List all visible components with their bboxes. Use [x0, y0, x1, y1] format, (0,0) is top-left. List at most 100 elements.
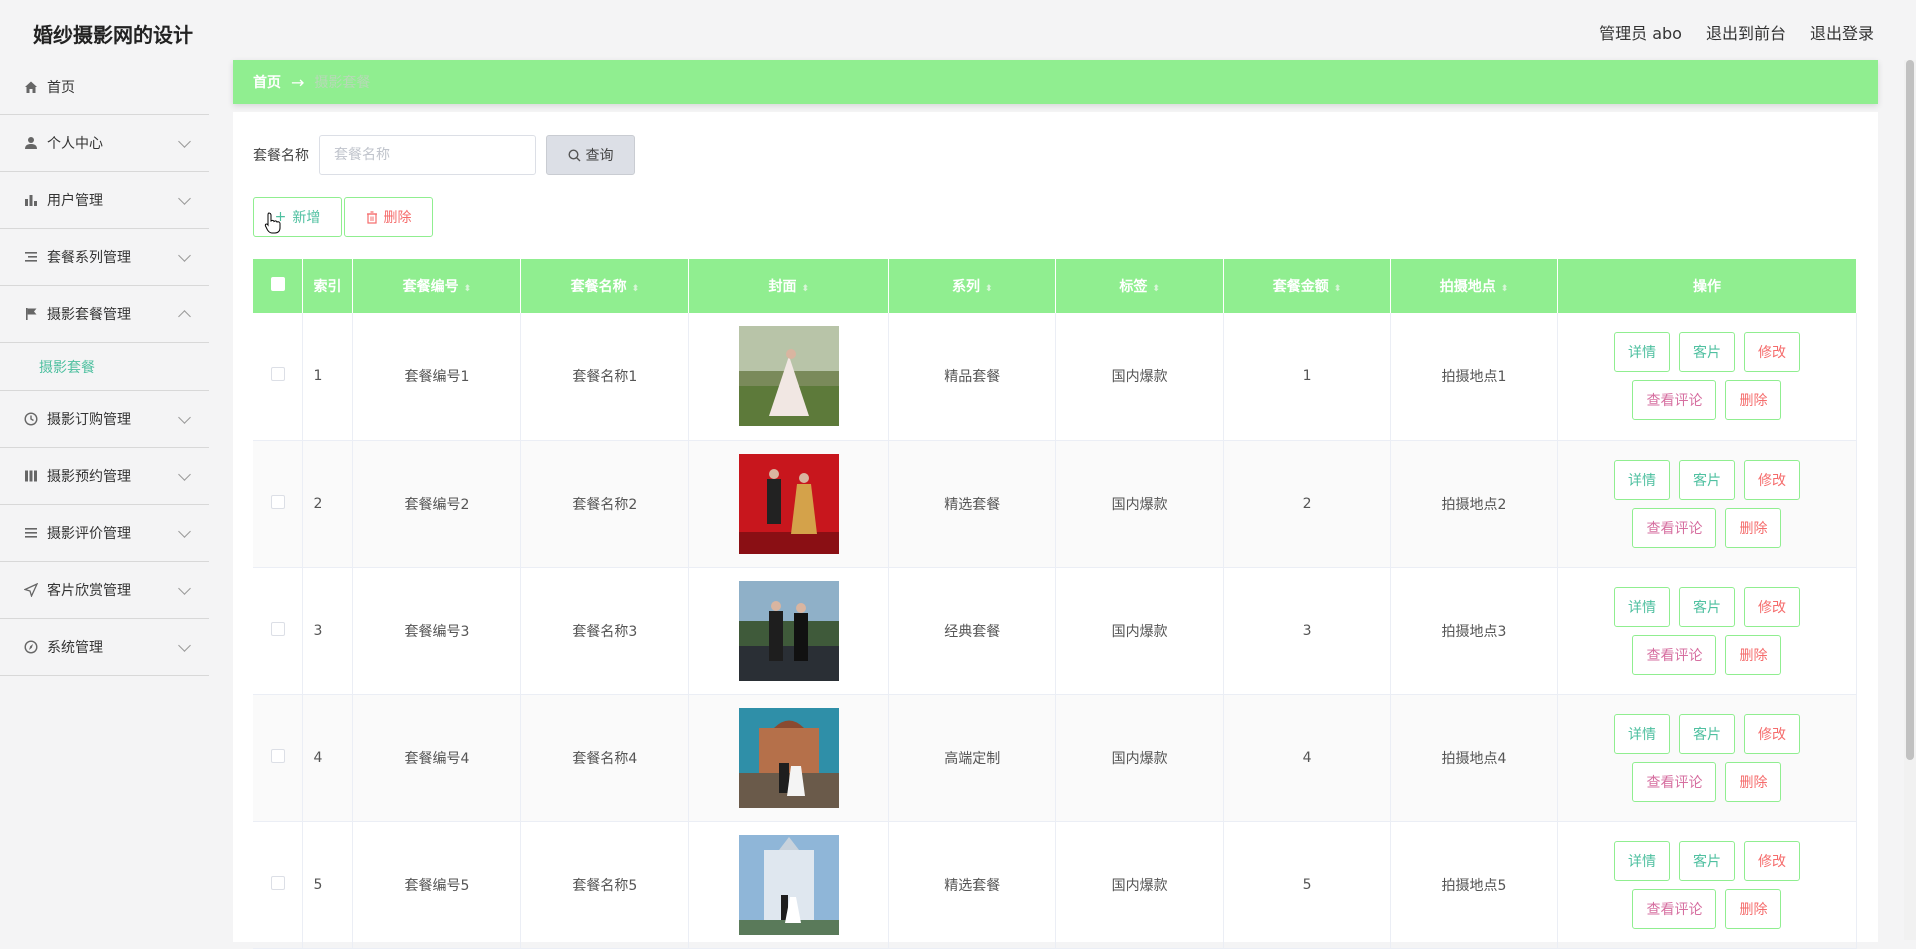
logout-link[interactable]: 退出登录 — [1810, 20, 1874, 44]
cover-image[interactable] — [738, 580, 839, 681]
sidebar-item-appointments[interactable]: 摄影预约管理 — [0, 448, 209, 505]
delete-button[interactable]: 删除 — [1725, 888, 1782, 929]
select-all-checkbox[interactable] — [270, 277, 285, 291]
sidebar-item-packages[interactable]: 摄影套餐管理 — [0, 286, 209, 343]
column-header-label: 拍摄地点 — [1439, 279, 1496, 295]
cell-name: 套餐名称1 — [520, 313, 690, 440]
delete-button[interactable]: 删除 — [1725, 507, 1782, 548]
column-header-series[interactable]: 系列 ⬍ — [888, 259, 1057, 313]
sort-icon: ⬍ — [1333, 284, 1342, 294]
edit-button[interactable]: 修改 — [1743, 586, 1800, 627]
view-comments-button[interactable]: 查看评论 — [1632, 761, 1717, 802]
edit-button[interactable]: 修改 — [1743, 713, 1800, 754]
cell-name: 套餐名称5 — [520, 821, 690, 948]
package-name-search-input[interactable] — [319, 135, 536, 175]
view-comments-button[interactable]: 查看评论 — [1632, 888, 1717, 929]
sidebar-item-series[interactable]: 套餐系列管理 — [0, 229, 209, 286]
sidebar-item-orders[interactable]: 摄影订购管理 — [0, 391, 209, 448]
edit-button[interactable]: 修改 — [1743, 332, 1800, 373]
cell-tag: 国内爆款 — [1055, 694, 1225, 821]
detail-button[interactable]: 详情 — [1613, 459, 1670, 500]
edit-button[interactable]: 修改 — [1743, 840, 1800, 881]
cell-tag: 国内爆款 — [1055, 313, 1225, 440]
column-header-label: 套餐金额 — [1272, 279, 1329, 295]
row-checkbox[interactable] — [270, 494, 285, 509]
detail-button[interactable]: 详情 — [1613, 586, 1670, 627]
sidebar: 首页 个人中心 用户管理 套餐系列管理 摄影套餐管理 摄影套餐 摄影订购管理 摄… — [0, 60, 209, 940]
column-header-tag[interactable]: 标签 ⬍ — [1055, 259, 1225, 313]
photos-button[interactable]: 客片 — [1678, 586, 1735, 627]
search-row: 套餐名称 查询 — [253, 135, 635, 175]
compass-icon — [23, 639, 39, 655]
chevron-down-icon — [178, 411, 191, 424]
column-header-name[interactable]: 套餐名称 ⬍ — [520, 259, 690, 313]
column-header-price[interactable]: 套餐金额 ⬍ — [1223, 259, 1392, 313]
photos-button[interactable]: 客片 — [1678, 713, 1735, 754]
column-header-code[interactable]: 套餐编号 ⬍ — [352, 259, 522, 313]
column-header-index: 索引 — [302, 259, 354, 313]
sidebar-item-system[interactable]: 系统管理 — [0, 619, 209, 676]
cell-series: 精品套餐 — [888, 313, 1057, 440]
search-button-label: 查询 — [585, 148, 614, 164]
cell-price: 5 — [1223, 821, 1392, 948]
cell-code: 套餐编号4 — [352, 694, 522, 821]
cell-index: 1 — [302, 313, 354, 440]
current-user-label[interactable]: 管理员 abo — [1599, 20, 1682, 44]
delete-button[interactable]: 删除 — [1725, 634, 1782, 675]
delete-button-label: 删除 — [383, 210, 412, 226]
sidebar-item-reviews[interactable]: 摄影评价管理 — [0, 505, 209, 562]
sort-icon: ⬍ — [1500, 284, 1509, 294]
cover-image[interactable] — [738, 707, 839, 808]
detail-button[interactable]: 详情 — [1613, 840, 1670, 881]
sidebar-item-profile[interactable]: 个人中心 — [0, 115, 209, 172]
breadcrumb: 首页 → 摄影套餐 — [233, 60, 1878, 104]
cover-image[interactable] — [738, 326, 839, 427]
cell-price: 4 — [1223, 694, 1392, 821]
detail-button[interactable]: 详情 — [1613, 332, 1670, 373]
breadcrumb-current: 摄影套餐 — [314, 75, 371, 91]
column-header-actions: 操作 — [1557, 259, 1858, 313]
delete-button[interactable]: 删除 — [1725, 380, 1782, 421]
cell-index: 2 — [302, 440, 354, 567]
back-to-front-link[interactable]: 退出到前台 — [1706, 20, 1786, 44]
sidebar-item-home[interactable]: 首页 — [0, 60, 209, 115]
page-scrollbar[interactable] — [1904, 60, 1916, 940]
breadcrumb-home[interactable]: 首页 — [253, 72, 281, 92]
column-header-label: 套餐名称 — [570, 279, 627, 295]
view-comments-button[interactable]: 查看评论 — [1632, 380, 1717, 421]
batch-delete-button[interactable]: 删除 — [344, 197, 433, 237]
scrollbar-thumb[interactable] — [1906, 60, 1914, 760]
view-comments-button[interactable]: 查看评论 — [1632, 634, 1717, 675]
cover-image[interactable] — [738, 834, 839, 935]
photos-button[interactable]: 客片 — [1678, 840, 1735, 881]
chevron-down-icon — [178, 135, 191, 148]
detail-button[interactable]: 详情 — [1613, 713, 1670, 754]
delete-button[interactable]: 删除 — [1725, 761, 1782, 802]
list-icon — [23, 249, 39, 265]
cover-image[interactable] — [738, 453, 839, 554]
sidebar-subitem-packages[interactable]: 摄影套餐 — [0, 343, 209, 391]
row-checkbox[interactable] — [270, 875, 285, 890]
column-header-label: 封面 — [768, 279, 797, 295]
sidebar-item-label: 用户管理 — [47, 193, 103, 209]
sidebar-item-gallery[interactable]: 客片欣赏管理 — [0, 562, 209, 619]
search-button[interactable]: 查询 — [546, 135, 635, 175]
row-checkbox[interactable] — [270, 367, 285, 382]
cell-code: 套餐编号5 — [352, 821, 522, 948]
row-checkbox[interactable] — [270, 621, 285, 636]
column-header-place[interactable]: 拍摄地点 ⬍ — [1390, 259, 1558, 313]
edit-button[interactable]: 修改 — [1743, 459, 1800, 500]
cell-series: 精选套餐 — [888, 821, 1057, 948]
send-icon — [23, 582, 39, 598]
cell-place: 拍摄地点2 — [1390, 440, 1558, 567]
table-row: 1 套餐编号1 套餐名称1 精品套餐 国内爆款 1 拍摄地点1 详情 客片 修改… — [253, 313, 1858, 440]
photos-button[interactable]: 客片 — [1678, 332, 1735, 373]
photos-button[interactable]: 客片 — [1678, 459, 1735, 500]
sidebar-item-users[interactable]: 用户管理 — [0, 172, 209, 229]
sidebar-item-label: 摄影订购管理 — [47, 412, 131, 428]
cell-tag: 国内爆款 — [1055, 440, 1225, 567]
row-checkbox[interactable] — [270, 748, 285, 763]
chevron-down-icon — [178, 468, 191, 481]
view-comments-button[interactable]: 查看评论 — [1632, 507, 1717, 548]
column-header-cover[interactable]: 封面 ⬍ — [688, 259, 890, 313]
